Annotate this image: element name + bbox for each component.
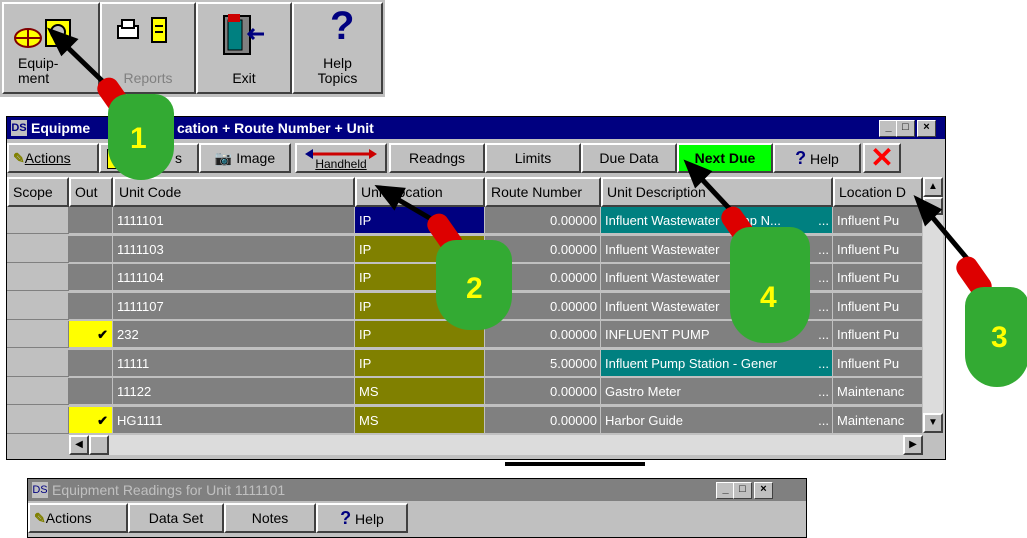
- step-number-1: 1: [130, 122, 147, 155]
- step-number-2: 2: [466, 272, 483, 305]
- step-number-3: 3: [991, 321, 1008, 354]
- step-number-4: 4: [760, 281, 777, 314]
- annotation-arrows: [46, 27, 977, 270]
